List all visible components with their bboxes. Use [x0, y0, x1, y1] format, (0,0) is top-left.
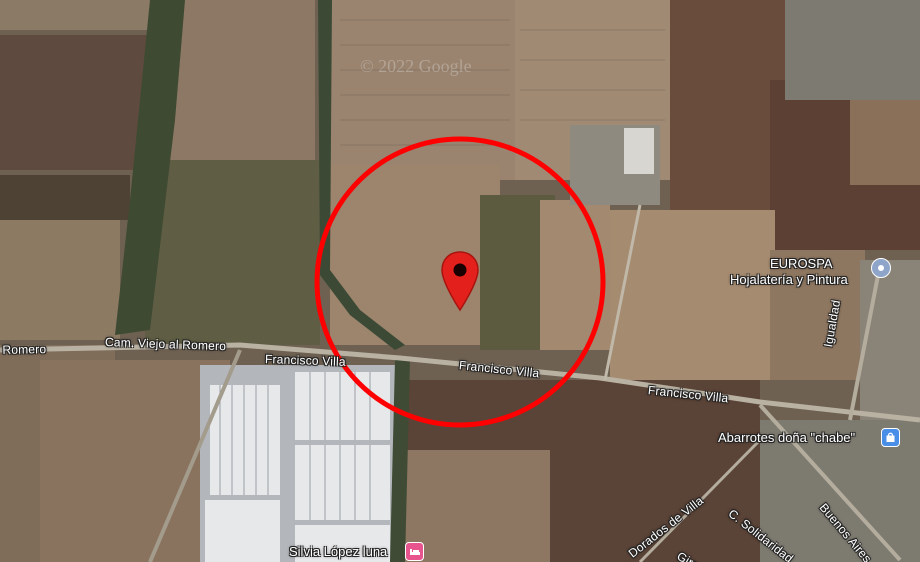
road-label-romero-left: l Romero [0, 342, 47, 357]
poi-eurospa-category: Hojalatería y Pintura [730, 272, 848, 287]
poi-eurospa-name: EUROSPA [770, 256, 833, 271]
map-watermark: © 2022 Google [360, 56, 472, 76]
road-label-francisco-villa-1: Francisco Villa [264, 352, 347, 369]
satellite-map[interactable]: © 2022 Google l Romero Cam. Viejo al Rom… [0, 0, 920, 562]
poi-silvia[interactable]: Silvia López luna [289, 544, 387, 559]
poi-abarrotes[interactable]: Abarrotes doña "chabe" [718, 430, 855, 445]
bed-icon[interactable] [405, 542, 424, 561]
location-pin-icon[interactable] [871, 258, 891, 278]
shopping-bag-icon[interactable] [881, 428, 900, 447]
map-marker-icon[interactable] [440, 250, 480, 312]
